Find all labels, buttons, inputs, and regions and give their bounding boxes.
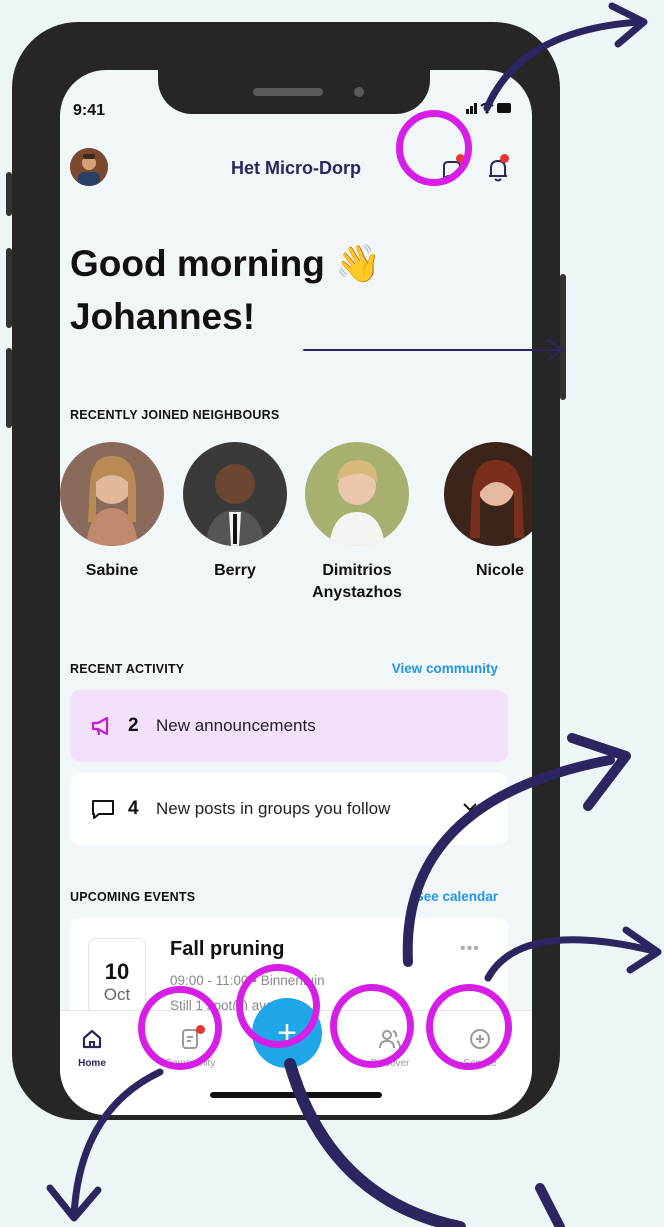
arrow-head <box>567 733 631 811</box>
arrow-create-upward <box>402 755 615 967</box>
arrow-service-right <box>484 936 654 982</box>
annotation-arrows <box>46 2 662 1227</box>
arrow-head <box>535 1183 565 1227</box>
arrow-community-down <box>70 1068 164 1219</box>
arrow-create-down <box>284 1058 466 1227</box>
arrow-to-top-right <box>483 18 644 112</box>
